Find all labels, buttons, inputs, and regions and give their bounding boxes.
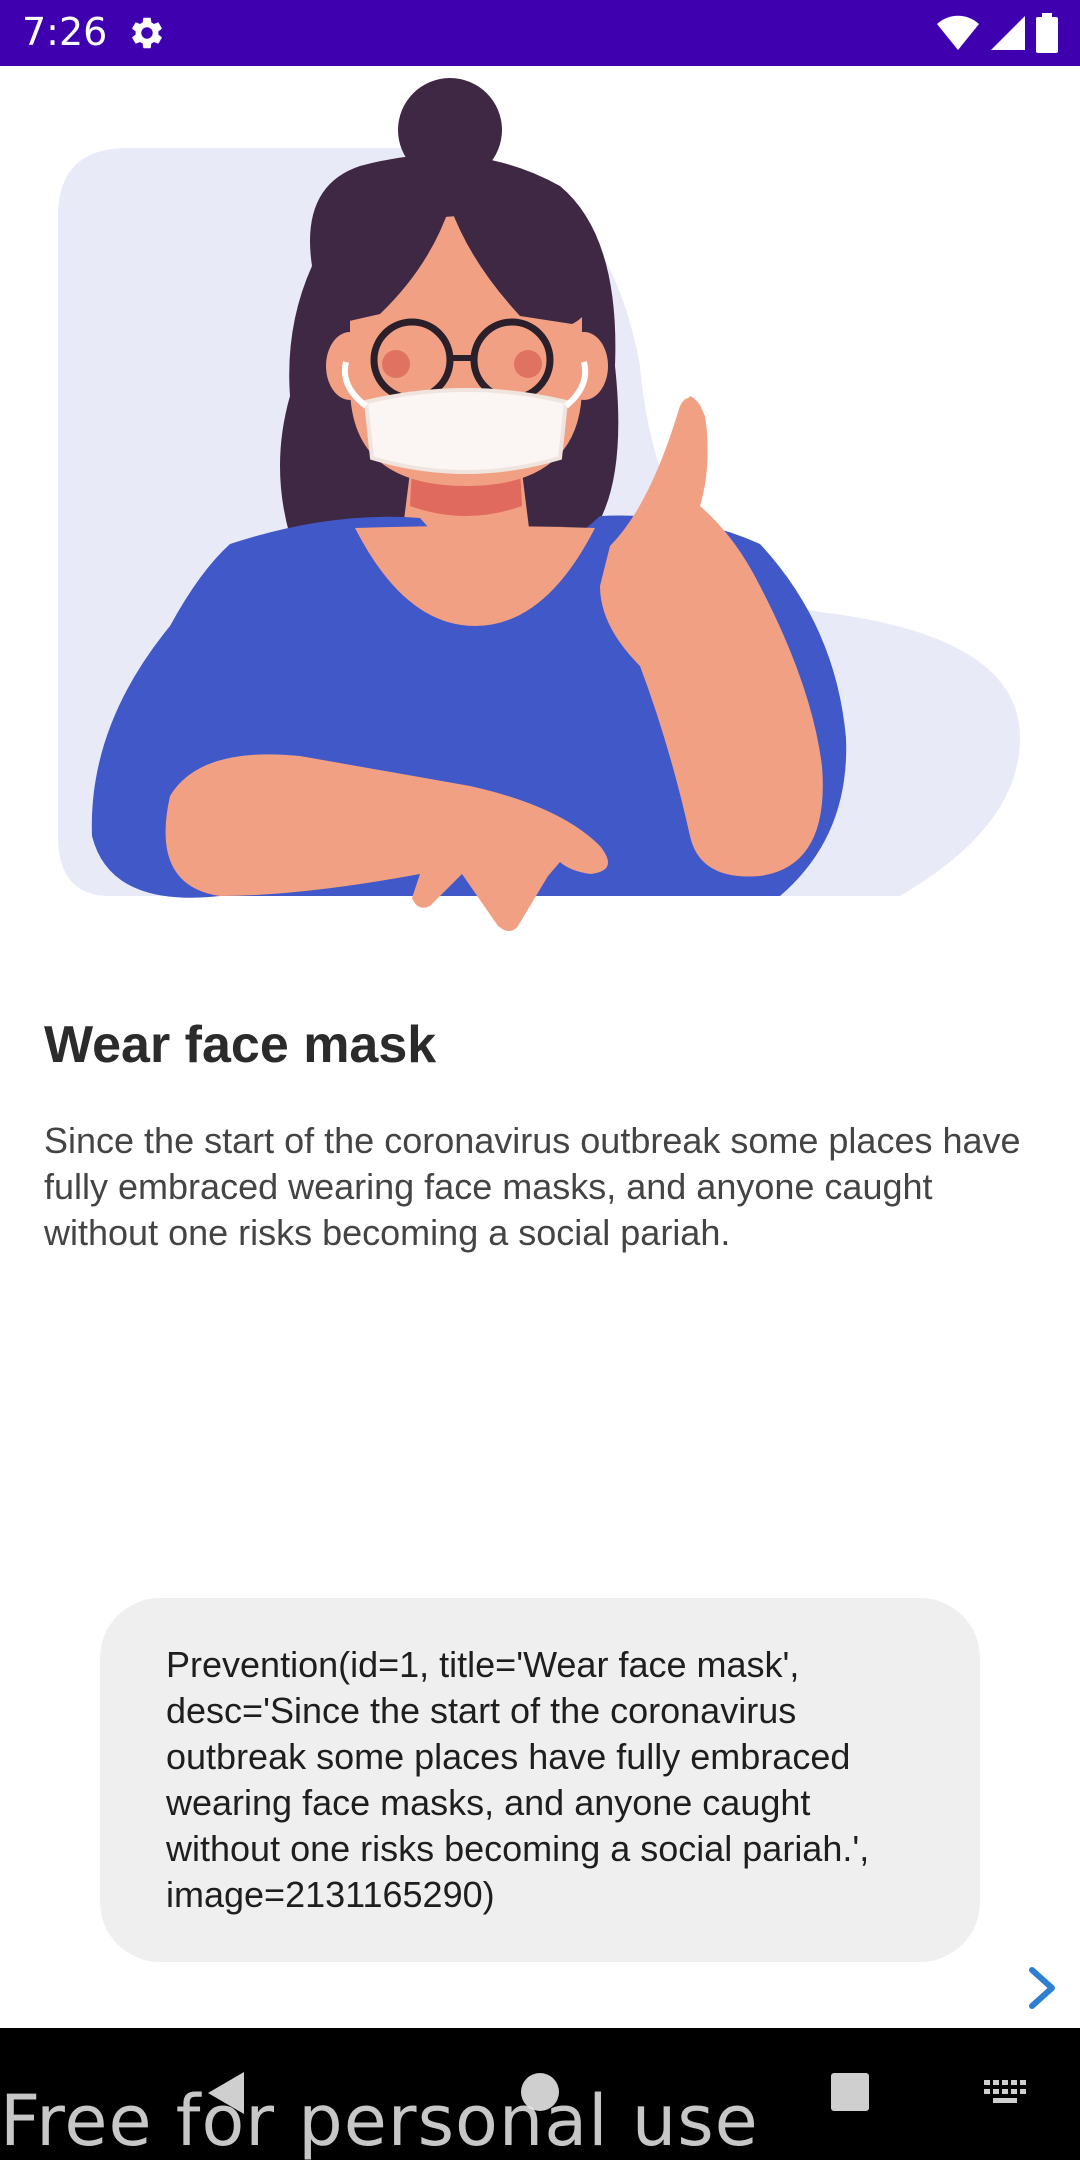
watermark-text: Free for personal use	[0, 2080, 759, 2160]
face-mask	[363, 388, 569, 474]
hair-bun	[398, 78, 502, 182]
battery-icon	[1036, 13, 1058, 53]
screen: 7:26 Wear face mask Since the start of t…	[0, 0, 1080, 2160]
chevron-right-icon[interactable]	[1024, 1966, 1060, 2010]
prevention-description: Since the start of the coronavirus outbr…	[44, 1120, 1021, 1253]
back-icon[interactable]	[206, 2070, 246, 2116]
cheek-left	[382, 350, 410, 378]
keyboard-icon[interactable]	[984, 2080, 1028, 2108]
prevention-title: Wear face mask	[44, 1016, 437, 1074]
toast-text: Prevention(id=1, title='Wear face mask',…	[166, 1644, 870, 1915]
home-icon[interactable]	[520, 2072, 560, 2112]
gear-icon	[132, 17, 162, 49]
status-icons	[936, 12, 1058, 54]
wifi-icon	[937, 15, 979, 50]
status-bar: 7:26	[0, 0, 1080, 66]
woman-face-mask-illustration	[58, 78, 1020, 931]
signal-icon	[991, 16, 1025, 50]
cheek-right	[514, 350, 542, 378]
thumb	[670, 396, 708, 466]
recents-icon[interactable]	[830, 2072, 870, 2112]
system-nav-bar: Free for personal use	[0, 2028, 1080, 2160]
status-time: 7:26	[22, 10, 108, 54]
toast-message: Prevention(id=1, title='Wear face mask',…	[100, 1598, 980, 1962]
